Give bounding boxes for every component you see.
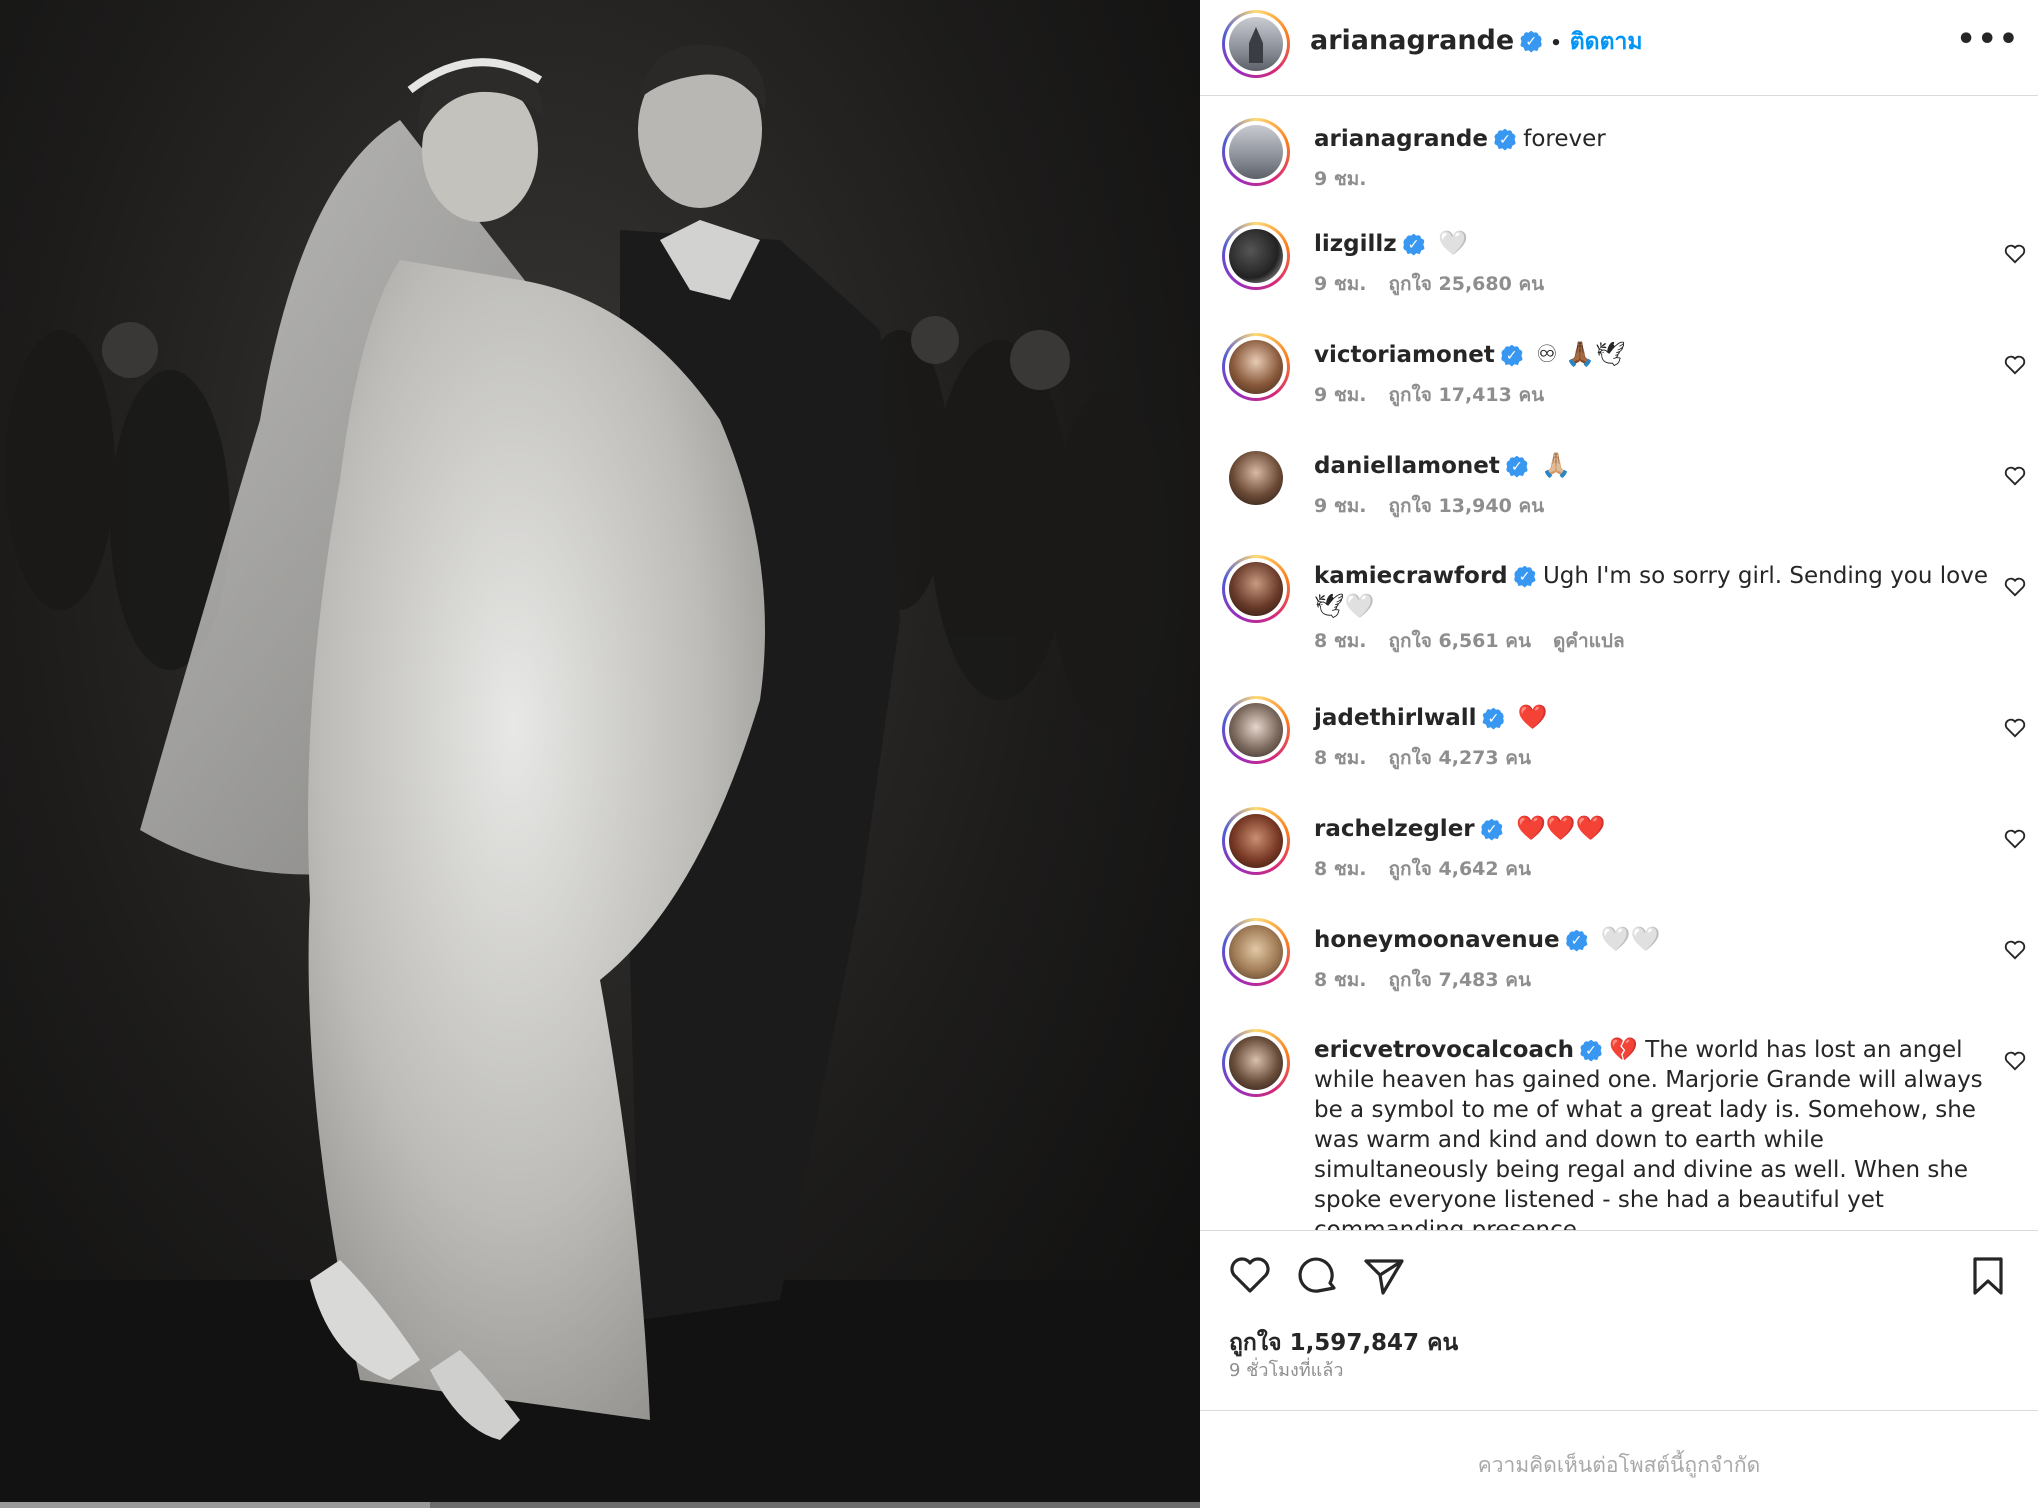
comment-time[interactable]: 8 ชม. (1314, 630, 1366, 652)
commenter-avatar[interactable] (1222, 807, 1290, 875)
verified-badge-icon: ✓ (1480, 818, 1503, 841)
comment-emoji: ♾ 🙏🏾🕊 (1536, 340, 1626, 368)
comment-username[interactable]: ericvetrovocalcoach (1314, 1037, 1574, 1063)
commenter-avatar[interactable] (1222, 444, 1290, 512)
post-header: arianagrande ✓ • ติดตาม ••• (1200, 0, 2038, 96)
verified-badge-icon: ✓ (1505, 455, 1528, 478)
commenter-avatar[interactable] (1222, 696, 1290, 764)
comment-username[interactable]: victoriamonet (1314, 342, 1495, 368)
verified-badge-icon: ✓ (1500, 344, 1523, 367)
comment-time[interactable]: 9 ชม. (1314, 384, 1366, 406)
commenter-avatar[interactable] (1222, 222, 1290, 290)
comment-username[interactable]: honeymoonavenue (1314, 927, 1560, 953)
see-translation-link[interactable]: ดูคำแปล (1553, 630, 1625, 652)
comment-emoji: 🤍🤍 (1600, 925, 1661, 953)
comment-emoji: 🙏🏼 (1541, 451, 1572, 479)
verified-badge-icon: ✓ (1580, 1039, 1602, 1062)
follow-button[interactable]: ติดตาม (1570, 29, 1643, 55)
comment-like-heart-icon[interactable] (2004, 577, 2026, 597)
author-avatar[interactable] (1222, 10, 1290, 78)
comment-likes[interactable]: ถูกใจ 13,940 คน (1388, 495, 1544, 517)
comment-emoji: ❤️ (1517, 703, 1548, 731)
separator-dot: • (1550, 33, 1562, 54)
commenter-avatar[interactable] (1222, 1029, 1290, 1097)
comment-time[interactable]: 8 ชม. (1314, 858, 1366, 880)
comment-like-heart-icon[interactable] (2004, 1051, 2026, 1071)
comment-username[interactable]: jadethirlwall (1314, 705, 1476, 731)
caption-username[interactable]: arianagrande (1314, 126, 1488, 152)
comment-text: 💔 The world has lost an angel while heav… (1314, 1037, 1983, 1230)
verified-badge-icon: ✓ (1513, 565, 1536, 588)
comments-list[interactable]: arianagrande ✓ forever 9 ชม. lizgillz ✓ 🤍 … (1200, 96, 2038, 1230)
comment-username[interactable]: kamiecrawford (1314, 563, 1508, 589)
author-username[interactable]: arianagrande (1310, 25, 1514, 56)
comment-username[interactable]: lizgillz (1314, 231, 1397, 257)
comment-time[interactable]: 9 ชม. (1314, 273, 1366, 295)
verified-badge-icon: ✓ (1520, 30, 1543, 53)
comment-username[interactable]: daniellamonet (1314, 453, 1500, 479)
commenter-avatar[interactable] (1222, 918, 1290, 986)
caption-time[interactable]: 9 ชม. (1314, 168, 1366, 190)
send-icon[interactable] (1362, 1253, 1406, 1297)
media-progress-bar[interactable] (0, 1502, 1200, 1508)
comment-emoji: 🤍 (1437, 229, 1468, 257)
comment-likes[interactable]: ถูกใจ 4,642 คน (1388, 858, 1530, 880)
media-progress-fill (0, 1502, 430, 1508)
comment-likes[interactable]: ถูกใจ 7,483 คน (1388, 969, 1530, 991)
comment-like-heart-icon[interactable] (2004, 466, 2026, 486)
comments-limited-text: ความคิดเห็นต่อโพสต์นี้ถูกจำกัด (1477, 1453, 1761, 1477)
commenter-avatar[interactable] (1222, 555, 1290, 623)
post-side-panel: arianagrande ✓ • ติดตาม ••• arianagrande ✓ f… (1200, 0, 2038, 1508)
comment-time[interactable]: 8 ชม. (1314, 747, 1366, 769)
bookmark-icon[interactable] (1966, 1253, 2010, 1297)
verified-badge-icon: ✓ (1565, 929, 1588, 952)
caption-text: forever (1523, 126, 1606, 152)
post-timestamp[interactable]: 9 ชั่วโมงที่แล้ว (1229, 1355, 1343, 1384)
comment-likes[interactable]: ถูกใจ 6,561 คน (1388, 630, 1530, 652)
comment-username[interactable]: rachelzegler (1314, 816, 1475, 842)
comment-like-heart-icon[interactable] (2004, 829, 2026, 849)
comment-emoji: ❤️❤️❤️ (1515, 814, 1606, 842)
comment-like-heart-icon[interactable] (2004, 718, 2026, 738)
heart-icon[interactable] (1228, 1253, 1272, 1297)
comments-limited-notice: ความคิดเห็นต่อโพสต์นี้ถูกจำกัด (1200, 1410, 2038, 1508)
comment-like-heart-icon[interactable] (2004, 244, 2026, 264)
post-photo[interactable] (0, 0, 1200, 1508)
comment-emoji: 🕊🤍 (1314, 592, 1375, 620)
author-name-row: arianagrande ✓ • ติดตาม (1310, 24, 1643, 60)
verified-badge-icon: ✓ (1493, 128, 1516, 151)
comment-time[interactable]: 9 ชม. (1314, 495, 1366, 517)
comment-like-heart-icon[interactable] (2004, 355, 2026, 375)
caption-avatar[interactable] (1222, 118, 1290, 186)
more-options-icon[interactable]: ••• (1956, 22, 2020, 57)
comment-icon[interactable] (1296, 1253, 1340, 1297)
comment-time[interactable]: 8 ชม. (1314, 969, 1366, 991)
wedding-photo-illustration (0, 44, 1200, 1508)
verified-badge-icon: ✓ (1482, 707, 1505, 730)
post-actions: ถูกใจ 1,597,847 คน 9 ชั่วโมงที่แล้ว (1200, 1230, 2038, 1410)
commenter-avatar[interactable] (1222, 333, 1290, 401)
comment-likes[interactable]: ถูกใจ 4,273 คน (1388, 747, 1530, 769)
author-avatar-image (1249, 27, 1263, 63)
comment-like-heart-icon[interactable] (2004, 940, 2026, 960)
comment-text: Ugh I'm so sorry girl. Sending you love (1542, 563, 1988, 589)
comment-likes[interactable]: ถูกใจ 17,413 คน (1388, 384, 1544, 406)
verified-badge-icon: ✓ (1402, 233, 1425, 256)
comment-likes[interactable]: ถูกใจ 25,680 คน (1388, 273, 1544, 295)
